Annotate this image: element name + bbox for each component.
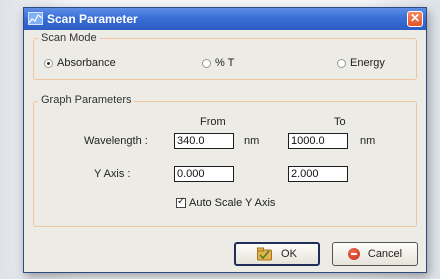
column-from-header: From	[200, 116, 226, 128]
ok-folder-icon	[257, 247, 273, 261]
column-to-header: To	[334, 116, 346, 128]
app-icon	[28, 12, 43, 25]
radio-absorbance-label: Absorbance	[57, 57, 116, 69]
cancel-button[interactable]: Cancel	[332, 242, 418, 266]
title-bar[interactable]: Scan Parameter ✕	[24, 8, 426, 30]
wavelength-to-field[interactable]	[288, 133, 348, 149]
close-icon: ✕	[409, 11, 421, 25]
graph-parameters-group: Graph Parameters From To Wavelength : nm…	[33, 94, 417, 227]
auto-scale-label: Auto Scale Y Axis	[189, 197, 276, 209]
radio-absorbance-circle[interactable]	[44, 58, 53, 68]
dialog-title: Scan Parameter	[47, 12, 138, 26]
radio-percent-t-label: % T	[215, 57, 235, 69]
radio-percent-t[interactable]: % T	[202, 57, 234, 69]
close-button[interactable]: ✕	[407, 11, 423, 27]
y-axis-label: Y Axis :	[94, 168, 131, 180]
y-axis-from-field[interactable]	[174, 166, 234, 182]
radio-percent-t-circle[interactable]	[202, 58, 211, 68]
radio-energy-circle[interactable]	[337, 58, 346, 68]
wavelength-from-field[interactable]	[174, 133, 234, 149]
radio-absorbance[interactable]: Absorbance	[44, 57, 116, 69]
cancel-label: Cancel	[367, 248, 403, 260]
wavelength-to-unit: nm	[360, 135, 376, 147]
radio-energy[interactable]: Energy	[337, 57, 385, 69]
wavelength-label: Wavelength :	[84, 135, 148, 147]
cancel-icon	[347, 248, 360, 260]
radio-energy-label: Energy	[350, 57, 385, 69]
scan-mode-group: Scan Mode Absorbance % T Energy	[33, 32, 417, 80]
scan-parameter-dialog: Scan Parameter ✕ Scan Mode Absorbance % …	[23, 7, 427, 273]
wavelength-from-unit: nm	[244, 135, 260, 147]
ok-button[interactable]: OK	[234, 242, 320, 266]
scan-mode-label: Scan Mode	[38, 32, 100, 44]
ok-label: OK	[281, 248, 297, 260]
auto-scale-checkbox[interactable]	[176, 196, 186, 208]
graph-parameters-label: Graph Parameters	[38, 94, 135, 106]
y-axis-to-field[interactable]	[288, 166, 348, 182]
